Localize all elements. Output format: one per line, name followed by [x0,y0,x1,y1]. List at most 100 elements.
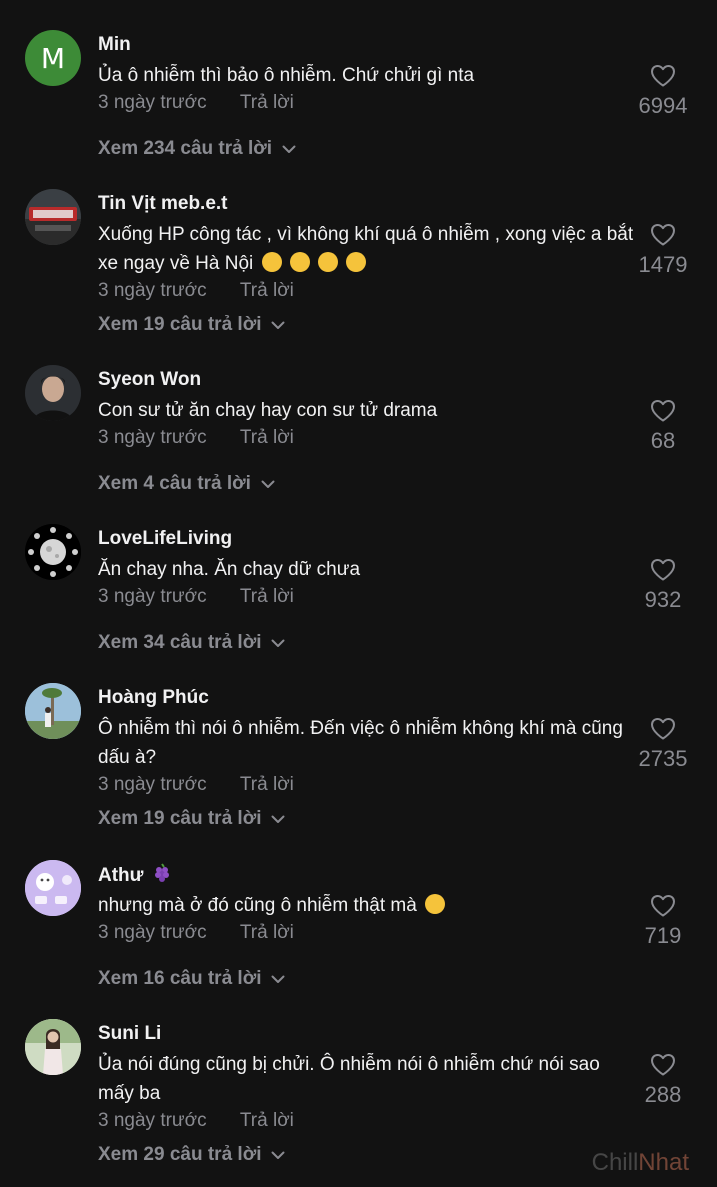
reply-button[interactable]: Trả lời [240,280,294,301]
like-group: 2735 [623,717,703,773]
flushed-face-emoji-icon [425,894,446,914]
like-group: 1479 [623,223,703,279]
view-replies-label: Xem 234 câu trả lời [98,138,273,159]
comment-text: Ủa nói đúng cũng bị chửi. Ô nhiễm nói ô … [98,1054,600,1104]
avatar-image [25,189,81,245]
reply-button[interactable]: Trả lời [240,922,294,943]
reply-button[interactable]: Trả lời [240,586,294,607]
comment-username[interactable]: Athư [98,865,143,886]
view-replies-label: Xem 4 câu trả lời [98,473,251,494]
sweat-smile-emoji-icon [318,252,339,272]
comment-username[interactable]: Min [98,33,638,57]
view-replies-label: Xem 19 câu trả lời [98,808,262,829]
watermark-part1: Chill [591,1149,639,1176]
avatar-image [25,365,81,421]
avatar-image [25,524,81,580]
like-count: 1479 [638,252,688,277]
comment-text: nhưng mà ở đó cũng ô nhiễm thật mà [98,891,638,920]
heart-outline-icon[interactable] [650,558,676,582]
like-count: 719 [644,923,682,948]
chevron-down-icon [271,1151,285,1160]
comment-meta: 3 ngày trước Trả lời [98,920,638,946]
chevron-down-icon [261,480,275,489]
comment-meta: 3 ngày trước Trả lời [98,278,638,304]
comment-meta: 3 ngày trước Trả lời [98,90,638,116]
heart-outline-icon[interactable] [650,717,676,741]
view-replies-label: Xem 16 câu trả lời [98,968,262,989]
avatar[interactable] [25,860,81,916]
comment-meta: 3 ngày trước Trả lời [98,425,638,451]
avatar[interactable] [25,524,81,580]
watermark-part2: Nhat [638,1149,689,1176]
comment-text: Ô nhiễm thì nói ô nhiễm. Đến việc ô nhiễ… [98,718,623,768]
heart-outline-icon[interactable] [650,223,676,247]
avatar-image [25,1019,81,1075]
view-replies-label: Xem 34 câu trả lời [98,632,262,653]
avatar[interactable] [25,1019,81,1075]
view-replies-button[interactable]: Xem 19 câu trả lời [98,312,285,338]
comment-username[interactable]: Hoàng Phúc [98,686,638,710]
comment-time: 3 ngày trước [98,586,207,607]
heart-outline-icon[interactable] [650,1053,676,1077]
avatar[interactable] [25,189,81,245]
reply-button[interactable]: Trả lời [240,1110,294,1131]
sweat-smile-emoji-icon [346,252,367,272]
chevron-down-icon [271,815,285,824]
like-count: 6994 [638,93,688,118]
like-group: 68 [623,399,703,455]
like-count: 2735 [638,746,688,771]
chevron-down-icon [271,321,285,330]
comment-body: Hoàng Phúc Ô nhiễm thì nói ô nhiễm. Đến … [98,686,638,832]
sweat-smile-emoji-icon [261,252,282,272]
sweat-smile-emoji-icon [289,252,310,272]
view-replies-label: Xem 19 câu trả lời [98,314,262,335]
comment-meta: 3 ngày trước Trả lời [98,772,638,798]
comment-username[interactable]: Syeon Won [98,368,638,392]
view-replies-button[interactable]: Xem 19 câu trả lời [98,806,285,832]
like-group: 6994 [623,64,703,120]
like-count: 68 [650,428,676,453]
view-replies-label: Xem 29 câu trả lời [98,1144,262,1165]
view-replies-button[interactable]: Xem 234 câu trả lời [98,136,296,162]
comment-time: 3 ngày trước [98,922,207,943]
chevron-down-icon [271,975,285,984]
comment-text: Xuống HP công tác , vì không khí quá ô n… [98,220,638,278]
reply-button[interactable]: Trả lời [240,427,294,448]
comment-text: Con sư tử ăn chay hay con sư tử drama [98,400,438,421]
grapes-emoji-icon [153,863,171,890]
heart-outline-icon[interactable] [650,894,676,918]
comment-username-row: Athư [98,863,638,887]
avatar-letter: M [40,41,66,75]
view-replies-button[interactable]: Xem 4 câu trả lời [98,471,275,497]
comment-time: 3 ngày trước [98,1110,207,1131]
reply-button[interactable]: Trả lời [240,92,294,113]
comment-body: Syeon Won Con sư tử ăn chay hay con sư t… [98,368,638,497]
comment-body: Tin Vịt meb.e.t Xuống HP công tác , vì k… [98,192,638,338]
comment-username[interactable]: Tin Vịt meb.e.t [98,192,638,216]
like-count: 288 [644,1082,682,1107]
comment-username[interactable]: Suni Li [98,1022,638,1046]
comment-body: Athư nhưng mà ở đó cũng ô nhiễm thật mà … [98,863,638,992]
chevron-down-icon [282,145,296,154]
comment-text: Ủa ô nhiễm thì bảo ô nhiễm. Chứ chửi gì … [98,65,475,86]
heart-outline-icon[interactable] [650,64,676,88]
comment-time: 3 ngày trước [98,92,207,113]
comment-body: Min Ủa ô nhiễm thì bảo ô nhiễm. Chứ chửi… [98,33,638,162]
comment-username[interactable]: LoveLifeLiving [98,527,638,551]
view-replies-button[interactable]: Xem 16 câu trả lời [98,966,285,992]
comment-text: Ăn chay nha. Ăn chay dữ chưa [98,559,361,580]
avatar[interactable] [25,683,81,739]
comment-text-content: Xuống HP công tác , vì không khí quá ô n… [98,224,634,274]
reply-button[interactable]: Trả lời [240,774,294,795]
avatar-image [25,683,81,739]
like-group: 288 [623,1053,703,1109]
view-replies-button[interactable]: Xem 34 câu trả lời [98,630,285,656]
heart-outline-icon[interactable] [650,399,676,423]
comment-time: 3 ngày trước [98,280,207,301]
like-group: 719 [623,894,703,950]
avatar[interactable]: M [25,30,81,86]
comment-meta: 3 ngày trước Trả lời [98,584,638,610]
avatar[interactable] [25,365,81,421]
like-group: 932 [623,558,703,614]
view-replies-button[interactable]: Xem 29 câu trả lời [98,1142,285,1168]
